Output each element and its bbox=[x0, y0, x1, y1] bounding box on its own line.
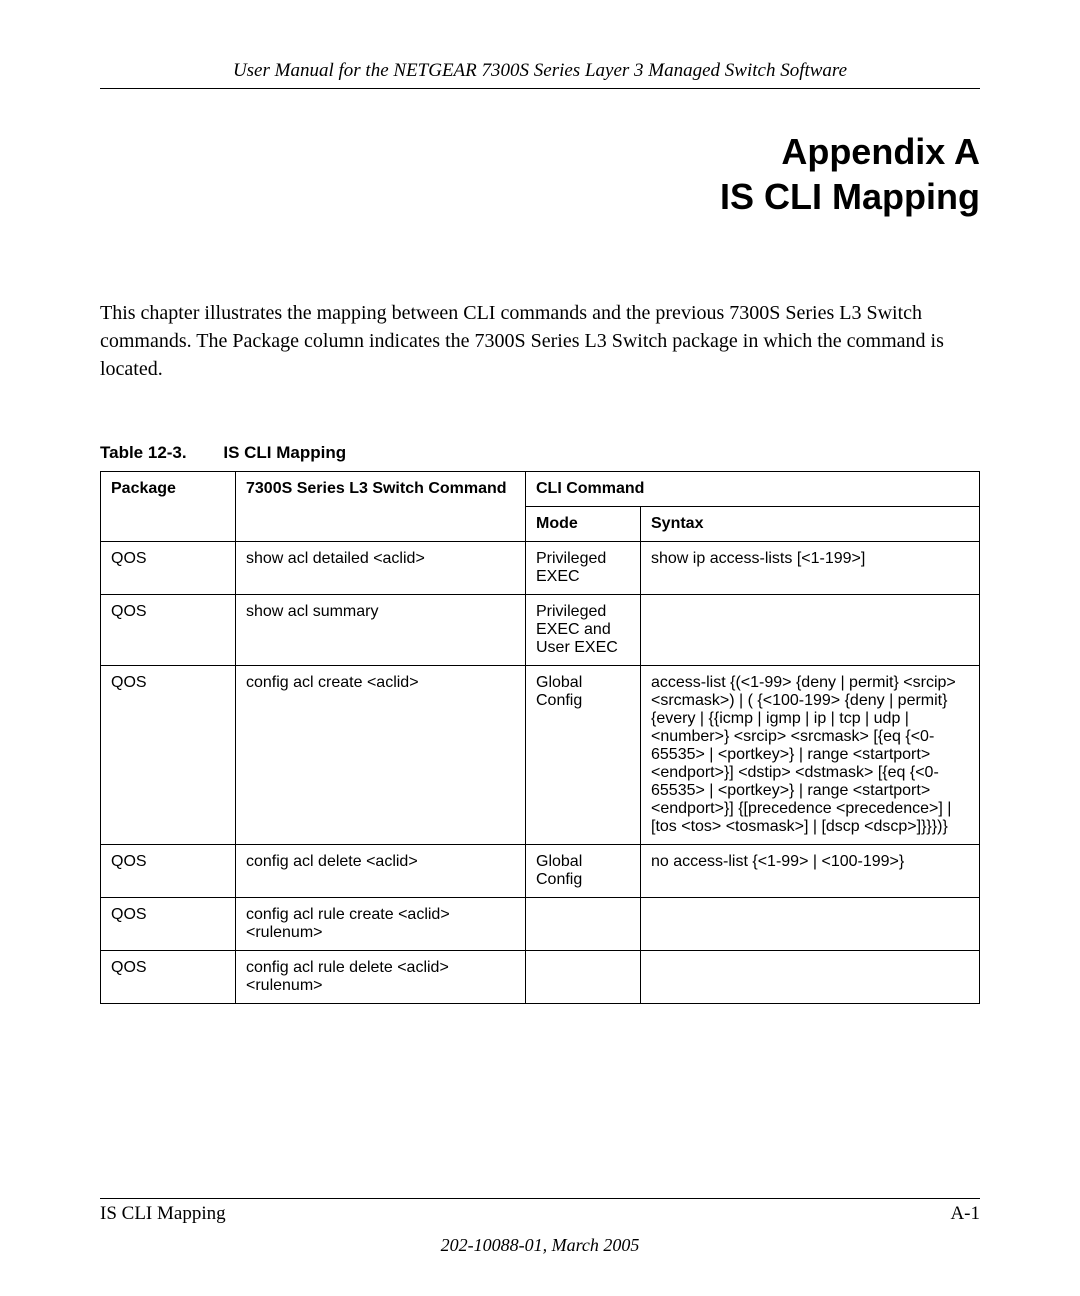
th-package: Package bbox=[101, 472, 236, 542]
cell-package: QOS bbox=[101, 898, 236, 951]
cell-syntax bbox=[641, 595, 980, 666]
footer-section: IS CLI Mapping bbox=[100, 1203, 226, 1225]
table-number: Table 12-3. bbox=[100, 443, 187, 463]
cell-command: config acl delete <aclid> bbox=[236, 845, 526, 898]
cell-command: config acl rule delete <aclid> <rulenum> bbox=[236, 951, 526, 1004]
cell-syntax bbox=[641, 898, 980, 951]
cell-mode: Global Config bbox=[526, 845, 641, 898]
cell-syntax bbox=[641, 951, 980, 1004]
page-footer: IS CLI Mapping A-1 202-10088-01, March 2… bbox=[100, 1198, 980, 1256]
cell-command: show acl detailed <aclid> bbox=[236, 542, 526, 595]
footer-publication: 202-10088-01, March 2005 bbox=[100, 1235, 980, 1256]
footer-page-number: A-1 bbox=[950, 1203, 980, 1225]
cell-package: QOS bbox=[101, 595, 236, 666]
cell-mode bbox=[526, 898, 641, 951]
table-row: QOS config acl create <aclid> Global Con… bbox=[101, 666, 980, 845]
table-title: IS CLI Mapping bbox=[223, 443, 346, 462]
appendix-line2: IS CLI Mapping bbox=[100, 174, 980, 219]
cell-package: QOS bbox=[101, 666, 236, 845]
table-caption: Table 12-3. IS CLI Mapping bbox=[100, 443, 980, 463]
cell-package: QOS bbox=[101, 542, 236, 595]
cell-syntax: no access-list {<1-99> | <100-199>} bbox=[641, 845, 980, 898]
th-command: 7300S Series L3 Switch Command bbox=[236, 472, 526, 542]
table-row: QOS config acl rule delete <aclid> <rule… bbox=[101, 951, 980, 1004]
cli-mapping-table: Package 7300S Series L3 Switch Command C… bbox=[100, 471, 980, 1004]
appendix-title: Appendix A IS CLI Mapping bbox=[100, 129, 980, 219]
table-row: QOS show acl summary Privileged EXEC and… bbox=[101, 595, 980, 666]
th-cli: CLI Command bbox=[526, 472, 980, 507]
table-row: QOS config acl rule create <aclid> <rule… bbox=[101, 898, 980, 951]
cell-syntax: show ip access-lists [<1-199>] bbox=[641, 542, 980, 595]
table-row: QOS show acl detailed <aclid> Privileged… bbox=[101, 542, 980, 595]
cell-syntax: access-list {(<1-99> {deny | permit} <sr… bbox=[641, 666, 980, 845]
cell-package: QOS bbox=[101, 845, 236, 898]
th-syntax: Syntax bbox=[641, 507, 980, 542]
cell-mode bbox=[526, 951, 641, 1004]
cell-command: show acl summary bbox=[236, 595, 526, 666]
intro-paragraph: This chapter illustrates the mapping bet… bbox=[100, 299, 980, 383]
table-row: QOS config acl delete <aclid> Global Con… bbox=[101, 845, 980, 898]
cell-mode: Privileged EXEC and User EXEC bbox=[526, 595, 641, 666]
cell-mode: Privileged EXEC bbox=[526, 542, 641, 595]
cell-package: QOS bbox=[101, 951, 236, 1004]
cell-command: config acl create <aclid> bbox=[236, 666, 526, 845]
th-mode: Mode bbox=[526, 507, 641, 542]
running-header: User Manual for the NETGEAR 7300S Series… bbox=[100, 60, 980, 89]
cell-command: config acl rule create <aclid> <rulenum> bbox=[236, 898, 526, 951]
cell-mode: Global Config bbox=[526, 666, 641, 845]
appendix-line1: Appendix A bbox=[100, 129, 980, 174]
